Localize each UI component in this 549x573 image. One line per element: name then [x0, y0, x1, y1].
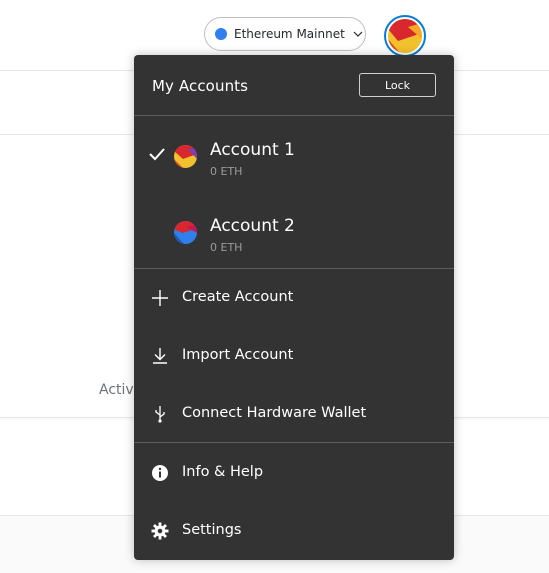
network-label: Ethereum Mainnet [234, 27, 345, 41]
account-name: Account 1 [210, 140, 295, 160]
info-icon [152, 465, 168, 481]
menu-divider [134, 268, 454, 269]
connect-hardware-wallet-label: Connect Hardware Wallet [182, 405, 367, 421]
lock-button[interactable]: Lock [359, 73, 436, 97]
plus-icon [152, 290, 168, 306]
account-menu-button[interactable] [384, 15, 426, 57]
import-account-button[interactable]: Import Account [134, 328, 454, 384]
account-balance: 0 ETH [210, 165, 243, 178]
account-identicon [174, 221, 197, 244]
create-account-button[interactable]: Create Account [134, 270, 454, 326]
account-menu-header: My Accounts Lock [134, 55, 454, 116]
account-identicon [174, 145, 197, 168]
checkmark-icon [149, 148, 165, 161]
account-item[interactable]: Account 1 0 ETH [134, 125, 454, 197]
usb-icon [155, 406, 165, 423]
account-menu-title: My Accounts [152, 77, 249, 95]
network-selector[interactable]: Ethereum Mainnet [204, 17, 366, 51]
activity-tab[interactable]: Activ [99, 382, 134, 398]
account-menu: My Accounts Lock Account 1 0 ETH Account… [134, 55, 454, 560]
menu-divider [134, 442, 454, 443]
account-item[interactable]: Account 2 0 ETH [134, 201, 454, 273]
network-status-dot [215, 28, 227, 40]
account-name: Account 2 [210, 216, 295, 236]
settings-label: Settings [182, 522, 242, 538]
account-identicon [388, 19, 422, 53]
info-help-button[interactable]: Info & Help [134, 445, 454, 501]
account-balance: 0 ETH [210, 241, 243, 254]
create-account-label: Create Account [182, 289, 294, 305]
info-help-label: Info & Help [182, 464, 264, 480]
settings-button[interactable]: Settings [134, 503, 454, 559]
connect-hardware-wallet-button[interactable]: Connect Hardware Wallet [134, 386, 454, 442]
download-icon [153, 348, 167, 364]
chevron-down-icon [353, 31, 363, 37]
import-account-label: Import Account [182, 347, 294, 363]
gear-icon [151, 522, 169, 540]
